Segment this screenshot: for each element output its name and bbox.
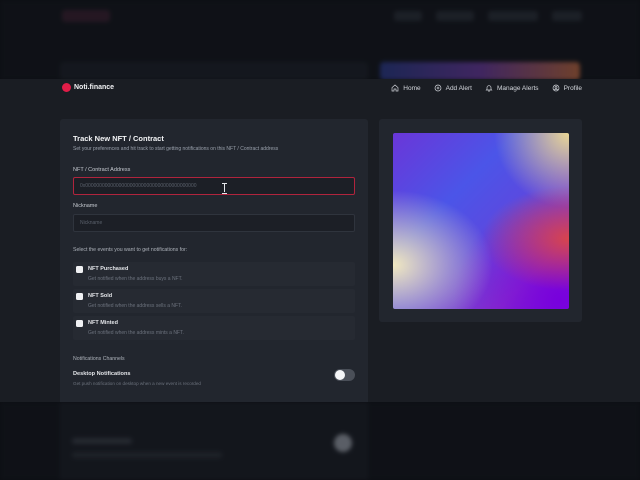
nav-manage-alerts[interactable]: Manage Alerts [485, 84, 539, 92]
blurred-preview-card [380, 62, 580, 80]
brand-logo[interactable]: Noti.finance [62, 83, 114, 92]
blurred-logo [62, 10, 110, 22]
event-title: NFT Purchased [88, 266, 129, 272]
blurred-form-card [60, 62, 368, 80]
toggle-knob [335, 370, 345, 380]
nav-add-alert[interactable]: Add Alert [434, 84, 472, 92]
nav-home[interactable]: Home [391, 84, 421, 92]
channels-label: Notifications Channels [73, 356, 125, 362]
event-title: NFT Sold [88, 293, 113, 299]
blurred-nav-item [436, 11, 474, 21]
form-title: Track New NFT / Contract [73, 134, 164, 143]
blurred-nav-item [488, 11, 538, 21]
blurred-nav-item [552, 11, 582, 21]
nav-manage-alerts-label: Manage Alerts [497, 84, 539, 92]
form-subtitle: Set your preferences and hit track to st… [73, 146, 279, 152]
brand-name: Noti.finance [74, 84, 115, 91]
blurred-toggle [334, 434, 352, 452]
brand-mark-icon [62, 83, 71, 92]
event-checkbox[interactable] [76, 266, 83, 273]
desktop-notifications-title: Desktop Notifications [73, 371, 131, 377]
nickname-input[interactable]: Nickname [73, 214, 355, 232]
nav-profile[interactable]: Profile [552, 84, 582, 92]
event-checkbox[interactable] [76, 320, 83, 327]
user-circle-icon [552, 84, 559, 92]
nav-menu: Home Add Alert Manage Alerts Profile [391, 84, 582, 92]
event-nft-sold[interactable]: NFT Sold Get notified when the address s… [73, 289, 355, 313]
event-description: Get notified when the address buys a NFT… [88, 276, 183, 282]
bell-icon [485, 85, 493, 92]
event-description: Get notified when the address sells a NF… [88, 303, 182, 309]
home-icon [391, 84, 399, 92]
blurred-text-line [72, 438, 132, 444]
address-label: NFT / Contract Address [73, 167, 131, 173]
event-checkbox[interactable] [76, 293, 83, 300]
nav-add-alert-label: Add Alert [445, 84, 472, 92]
background-blurred-header [0, 0, 640, 80]
top-navbar: Noti.finance Home Add Alert Manage Alert… [0, 79, 640, 99]
nft-preview-card [379, 119, 582, 322]
address-input[interactable]: 0x00000000000000000000000000000000000000… [73, 177, 355, 195]
desktop-notifications-toggle[interactable] [334, 369, 355, 381]
nft-preview-image [393, 133, 569, 309]
event-title: NFT Minted [88, 320, 118, 326]
event-nft-purchased[interactable]: NFT Purchased Get notified when the addr… [73, 262, 355, 286]
nickname-label: Nickname [73, 203, 98, 209]
track-nft-form: Track New NFT / Contract Set your prefer… [60, 119, 368, 402]
app-viewport: Noti.finance Home Add Alert Manage Alert… [0, 79, 640, 402]
events-label: Select the events you want to get notifi… [73, 247, 188, 253]
event-description: Get notified when the address mints a NF… [88, 330, 184, 336]
nav-profile-label: Profile [563, 84, 582, 92]
plus-circle-icon [434, 84, 441, 92]
text-cursor-icon [222, 183, 227, 194]
blurred-nav-item [394, 11, 422, 21]
blurred-text-line [72, 452, 222, 458]
background-blurred-footer [0, 402, 640, 480]
desktop-notifications-description: Get push notification on desktop when a … [73, 381, 201, 386]
nav-home-label: Home [403, 84, 421, 92]
event-nft-minted[interactable]: NFT Minted Get notified when the address… [73, 316, 355, 340]
